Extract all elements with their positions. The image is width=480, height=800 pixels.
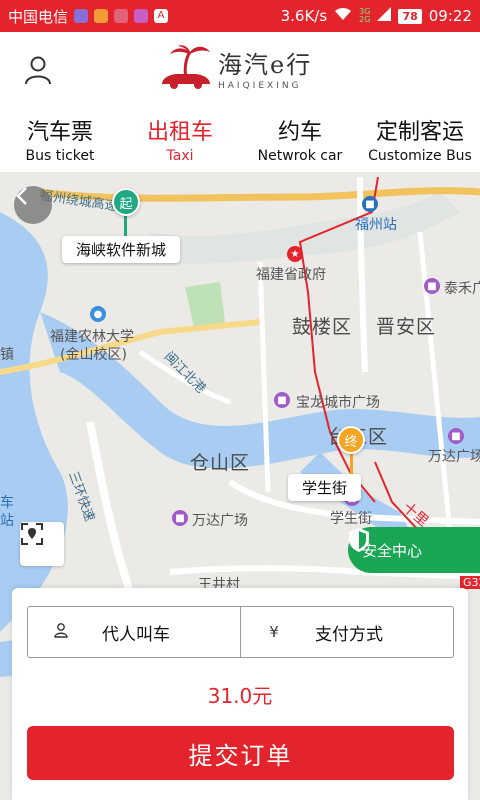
- map-label: 泰禾广: [444, 281, 480, 297]
- network-type: 3G 2G: [359, 7, 371, 24]
- map-label: 仓山区: [190, 452, 251, 474]
- app-logo: 海汽e行 HAIQIEXING: [160, 44, 312, 92]
- map-label: 宝龙城市广场: [296, 395, 380, 411]
- end-pin-stem: [350, 452, 353, 476]
- map-label: 福建省政府: [256, 267, 326, 283]
- status-bar: 中国电信 A 3.6K/s 3G 2G 78 09:22: [0, 0, 480, 32]
- app-notification-icon: [114, 9, 129, 23]
- wifi-icon: [334, 7, 352, 25]
- palm-car-icon: [162, 45, 210, 89]
- clock: 09:22: [428, 7, 472, 25]
- map-label: 福州站: [355, 217, 397, 233]
- app-notification-icon: [134, 9, 149, 23]
- app-header: 海汽e行 HAIQIEXING: [0, 32, 480, 108]
- safety-center-label: 安全中心: [362, 541, 423, 560]
- service-tabs: 汽车票 Bus ticket 出租车 Taxi 约车 Netwrok car 定…: [0, 108, 480, 172]
- poi-shop-icon: ■: [172, 510, 188, 526]
- chevron-left-icon: [16, 187, 27, 205]
- poi-school-icon: ●: [90, 306, 106, 322]
- proxy-call-button[interactable]: 代人叫车: [28, 607, 240, 657]
- map-label: (金山校区): [60, 347, 127, 363]
- proxy-call-label: 代人叫车: [102, 624, 170, 645]
- map-label: 万达广场: [192, 513, 248, 529]
- map-label: 站: [0, 513, 14, 529]
- battery-icon: 78: [398, 8, 422, 24]
- person-icon: [52, 622, 70, 642]
- payment-method-label: 支付方式: [315, 624, 383, 645]
- map-label: 福建农林大学: [50, 329, 134, 345]
- order-card: 代人叫车 ¥ 支付方式 31.0元 提交订单: [12, 588, 468, 800]
- fare-price: 31.0元: [207, 684, 273, 708]
- submit-order-button[interactable]: 提交订单: [27, 726, 454, 780]
- map-label: 晋安区: [376, 316, 437, 338]
- locate-icon: [21, 523, 43, 545]
- map-label: 万达广场: [428, 449, 480, 465]
- poi-station-icon: ■: [362, 196, 378, 212]
- order-options: 代人叫车 ¥ 支付方式: [27, 606, 454, 658]
- safety-center-button[interactable]: 安全中心: [348, 527, 480, 573]
- app-notification-icon: [94, 9, 109, 23]
- signal-icon: [377, 7, 392, 25]
- carrier-text: 中国电信: [8, 7, 69, 26]
- shield-icon: [349, 528, 369, 552]
- yen-icon: ¥: [269, 623, 279, 641]
- map-label: 车: [0, 495, 14, 511]
- locate-button[interactable]: [20, 522, 64, 566]
- map-label: 学生街: [330, 511, 372, 527]
- tab-network-car[interactable]: 约车 Netwrok car: [240, 108, 360, 172]
- app-notification-icon: A: [154, 9, 169, 23]
- end-marker[interactable]: 终: [337, 426, 365, 454]
- logo-title: 海汽e行: [218, 51, 313, 79]
- app-notification-icon: [74, 9, 89, 23]
- poi-star-icon: ★: [287, 246, 303, 262]
- user-icon[interactable]: [22, 54, 54, 86]
- start-location-label[interactable]: 海峡软件新城: [62, 236, 181, 263]
- start-pin-stem: [124, 214, 127, 238]
- start-marker[interactable]: 起: [112, 188, 140, 216]
- poi-shop-icon: ■: [424, 278, 440, 294]
- end-location-label[interactable]: 学生街: [288, 474, 362, 501]
- tab-taxi[interactable]: 出租车 Taxi: [120, 108, 240, 172]
- network-speed: 3.6K/s: [280, 7, 328, 25]
- map-label: G32: [460, 576, 480, 589]
- poi-shop-icon: ■: [448, 428, 464, 444]
- back-button[interactable]: [14, 186, 52, 224]
- tab-bus-ticket[interactable]: 汽车票 Bus ticket: [0, 108, 120, 172]
- logo-subtitle: HAIQIEXING: [218, 81, 302, 91]
- map-label: 镇: [0, 347, 14, 363]
- payment-method-button[interactable]: ¥ 支付方式: [240, 607, 453, 657]
- poi-shop-icon: ■: [274, 392, 290, 408]
- map-label: 鼓楼区: [292, 316, 353, 338]
- tab-customize-bus[interactable]: 定制客运 Customize Bus: [360, 108, 480, 172]
